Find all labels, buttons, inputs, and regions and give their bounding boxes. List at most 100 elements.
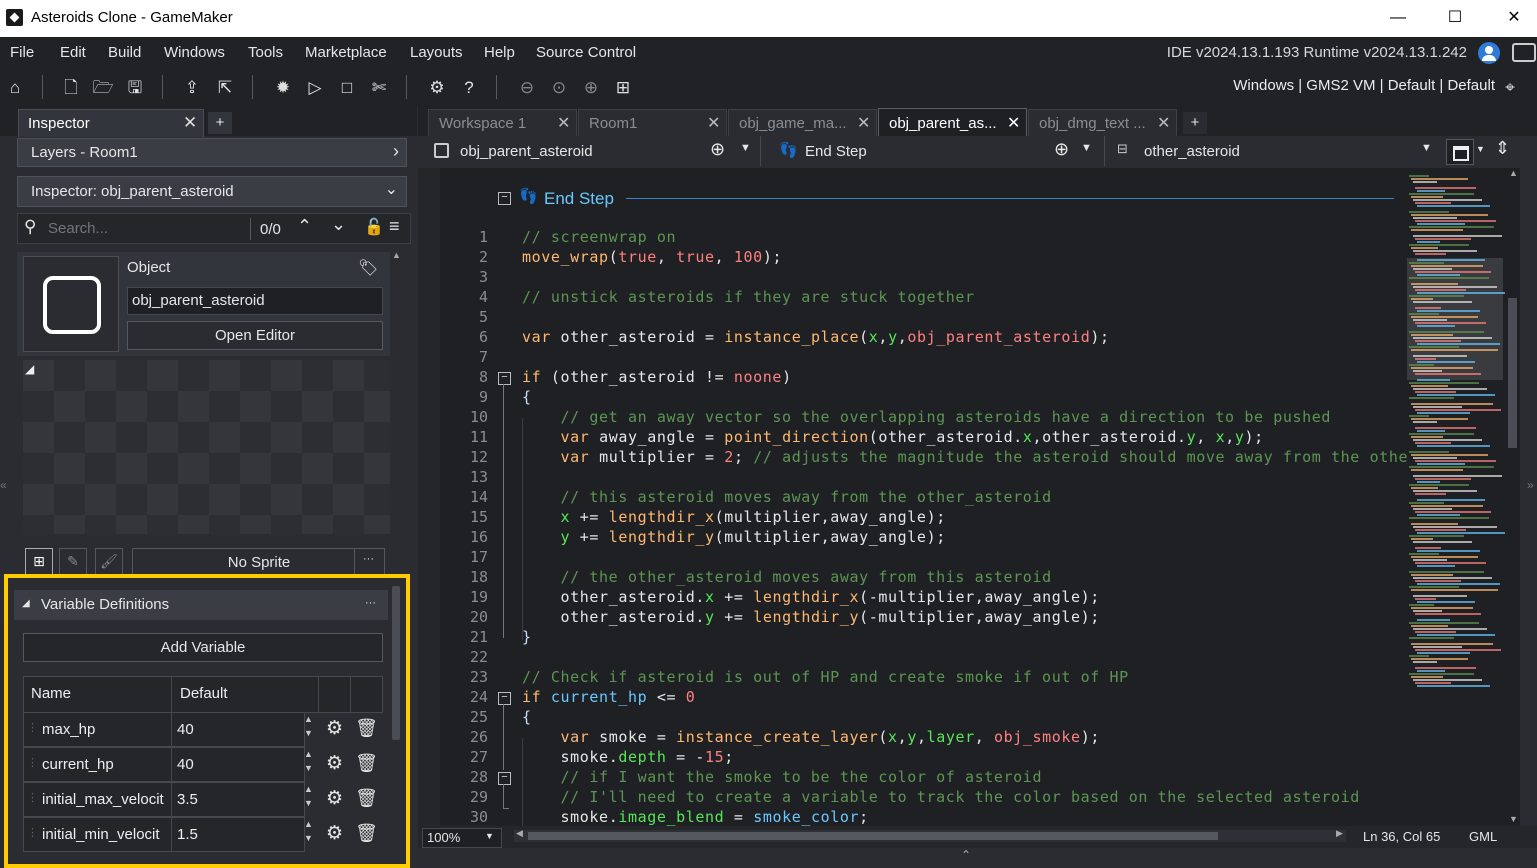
add-event-icon[interactable]: ⊕ — [710, 139, 725, 160]
variable-definitions-header[interactable]: ◢ Variable Definitions ··· — [14, 590, 388, 620]
next-match-icon[interactable]: ⌄ — [331, 214, 346, 235]
fold-toggle-icon[interactable]: − — [498, 772, 511, 785]
lock-icon[interactable]: 🔓 — [364, 217, 384, 237]
menu-build[interactable]: Build — [108, 44, 141, 61]
debug-icon[interactable]: ✹ — [269, 74, 297, 102]
add-editor-tab-button[interactable]: + — [1183, 112, 1207, 134]
collapse-left-icon[interactable]: « — [0, 478, 7, 492]
drag-handle-icon[interactable]: ⋮ — [27, 721, 38, 734]
brush-icon[interactable]: 🖌 — [95, 548, 123, 576]
zoom-reset-icon[interactable]: ⊙ — [545, 74, 573, 102]
new-project-icon[interactable]: 🗋 — [57, 74, 85, 102]
code-minimap[interactable] — [1407, 168, 1505, 826]
zoom-out-icon[interactable]: ⊖ — [513, 74, 541, 102]
layout-menu-arrow-icon[interactable]: ▼ — [1476, 144, 1485, 154]
variable-name-cell[interactable]: ⋮ initial_max_velocit — [23, 782, 172, 817]
window-layout-icon[interactable] — [1446, 139, 1474, 165]
maximize-button[interactable]: ☐ — [1432, 4, 1478, 32]
delete-variable-icon[interactable]: 🗑 — [352, 749, 381, 778]
menu-icon[interactable]: ≡ — [389, 216, 400, 237]
menu-windows[interactable]: Windows — [164, 44, 225, 61]
menu-layouts[interactable]: Layouts — [410, 44, 463, 61]
expand-dock-icon[interactable]: ⌃ — [961, 848, 971, 862]
variable-default-cell[interactable]: 3.5 — [171, 782, 305, 817]
delete-variable-icon[interactable]: 🗑 — [352, 714, 381, 743]
help-icon[interactable]: ? — [455, 74, 483, 102]
target-selector[interactable]: Windows | GMS2 VM | Default | Default — [1233, 77, 1495, 94]
variable-settings-icon[interactable]: ⚙ — [320, 749, 349, 778]
code-editor[interactable]: − 👣 End Step 1 2 3 4 5 6 7 8 9 10 11 12 13 14 15 16 17 18… — [418, 168, 1507, 828]
minimize-button[interactable]: — — [1375, 4, 1421, 32]
zoom-dropdown[interactable]: 100% ▼ — [422, 828, 502, 848]
tab-obj-dmg-text[interactable]: obj_dmg_text ... ✕ — [1028, 109, 1177, 137]
variable-name-cell[interactable]: ⋮ current_hp — [23, 747, 172, 782]
close-button[interactable]: ✕ — [1491, 4, 1537, 32]
inspector-header[interactable]: Inspector: obj_parent_asteroid ⌄ — [17, 176, 407, 207]
drag-handle-icon[interactable]: ⋮ — [27, 791, 38, 804]
object-name-field[interactable]: obj_parent_asteroid — [127, 287, 383, 315]
fold-toggle-icon[interactable]: − — [498, 372, 511, 385]
edit-sprite-icon[interactable]: ✎ — [59, 548, 87, 576]
event-dropdown[interactable]: 👣 End Step ⊕ ▼ — [763, 138, 1103, 164]
menu-edit[interactable]: Edit — [60, 44, 86, 61]
variable-settings-icon[interactable]: ⚙ — [320, 819, 349, 848]
new-sprite-icon[interactable]: ⊞ — [25, 548, 53, 576]
collapse-right-icon[interactable]: » — [1527, 478, 1534, 492]
value-stepper[interactable]: ▲ ▼ — [304, 749, 316, 778]
menu-marketplace[interactable]: Marketplace — [305, 44, 387, 61]
tab-obj-parent-asteroid[interactable]: obj_parent_as... ✕ — [878, 108, 1027, 137]
object-dropdown[interactable]: obj_parent_asteroid ⊕ ▼ — [420, 138, 758, 164]
package-icon[interactable]: ⇱ — [211, 74, 239, 102]
value-stepper[interactable]: ▲ ▼ — [304, 714, 316, 743]
dropdown-arrow-icon[interactable]: ▼ — [1081, 142, 1092, 154]
run-icon[interactable]: ▷ — [301, 74, 329, 102]
home-icon[interactable]: ⌂ — [1, 74, 29, 102]
inspector-scrollbar[interactable]: ▲ — [390, 250, 402, 572]
clean-icon[interactable]: ✄ — [365, 74, 393, 102]
layers-row[interactable]: Layers - Room1 › — [17, 138, 407, 167]
chat-icon[interactable] — [1512, 43, 1536, 62]
add-event-icon[interactable]: ⊕ — [1054, 139, 1069, 160]
dropdown-arrow-icon[interactable]: ▼ — [740, 142, 751, 154]
symbol-dropdown[interactable]: ⊟ other_asteroid ▼ — [1106, 138, 1438, 164]
value-stepper[interactable]: ▲ ▼ — [304, 784, 316, 813]
menu-tools[interactable]: Tools — [248, 44, 283, 61]
account-icon[interactable] — [1478, 42, 1500, 64]
editor-vertical-scrollbar[interactable]: ▲ ▼ — [1506, 168, 1520, 826]
variable-name-cell[interactable]: ⋮ initial_min_velocit — [23, 817, 172, 852]
delete-variable-icon[interactable]: 🗑 — [352, 784, 381, 813]
zoom-in-icon[interactable]: ⊕ — [577, 74, 605, 102]
menu-file[interactable]: File — [10, 44, 34, 61]
close-tab-icon[interactable]: ✕ — [857, 113, 870, 133]
variable-definitions-more-button[interactable]: ··· — [365, 597, 376, 609]
create-executable-icon[interactable]: ⇪ — [178, 74, 206, 102]
drag-handle-icon[interactable]: ⋮ — [27, 756, 38, 769]
delete-variable-icon[interactable]: 🗑 — [352, 819, 381, 848]
variables-scrollbar[interactable] — [392, 586, 400, 740]
variable-default-cell[interactable]: 40 — [171, 712, 305, 747]
close-tab-icon[interactable]: ✕ — [1007, 113, 1020, 133]
tab-room1[interactable]: Room1 ✕ — [578, 109, 727, 137]
sprite-more-button[interactable]: ··· — [363, 553, 374, 565]
add-tab-button[interactable]: + — [208, 112, 232, 134]
settings-icon[interactable]: ⚙ — [423, 74, 451, 102]
dropdown-arrow-icon[interactable]: ▼ — [1421, 142, 1432, 154]
variable-default-cell[interactable]: 1.5 — [171, 817, 305, 852]
target-settings-icon[interactable]: ⌖ — [1496, 74, 1524, 102]
variable-settings-icon[interactable]: ⚙ — [320, 714, 349, 743]
close-tab-icon[interactable]: ✕ — [1157, 113, 1170, 133]
open-editor-button[interactable]: Open Editor — [127, 321, 383, 350]
value-stepper[interactable]: ▲ ▼ — [304, 819, 316, 848]
tag-icon[interactable]: 🏷 — [358, 258, 378, 278]
menu-help[interactable]: Help — [484, 44, 515, 61]
open-project-icon[interactable]: 🗁 — [89, 74, 117, 102]
tab-workspace-1[interactable]: Workspace 1 ✕ — [428, 109, 577, 137]
variable-default-cell[interactable]: 40 — [171, 747, 305, 782]
drag-handle-icon[interactable]: ⋮ — [27, 826, 38, 839]
variable-name-cell[interactable]: ⋮ max_hp — [23, 712, 172, 747]
tab-obj-game-manager[interactable]: obj_game_ma... ✕ — [728, 109, 877, 137]
close-tab-icon[interactable]: ✕ — [707, 113, 720, 133]
menu-source-control[interactable]: Source Control — [536, 44, 636, 61]
fold-toggle-icon[interactable]: − — [498, 192, 511, 205]
previous-match-icon[interactable]: ⌃ — [297, 216, 312, 237]
